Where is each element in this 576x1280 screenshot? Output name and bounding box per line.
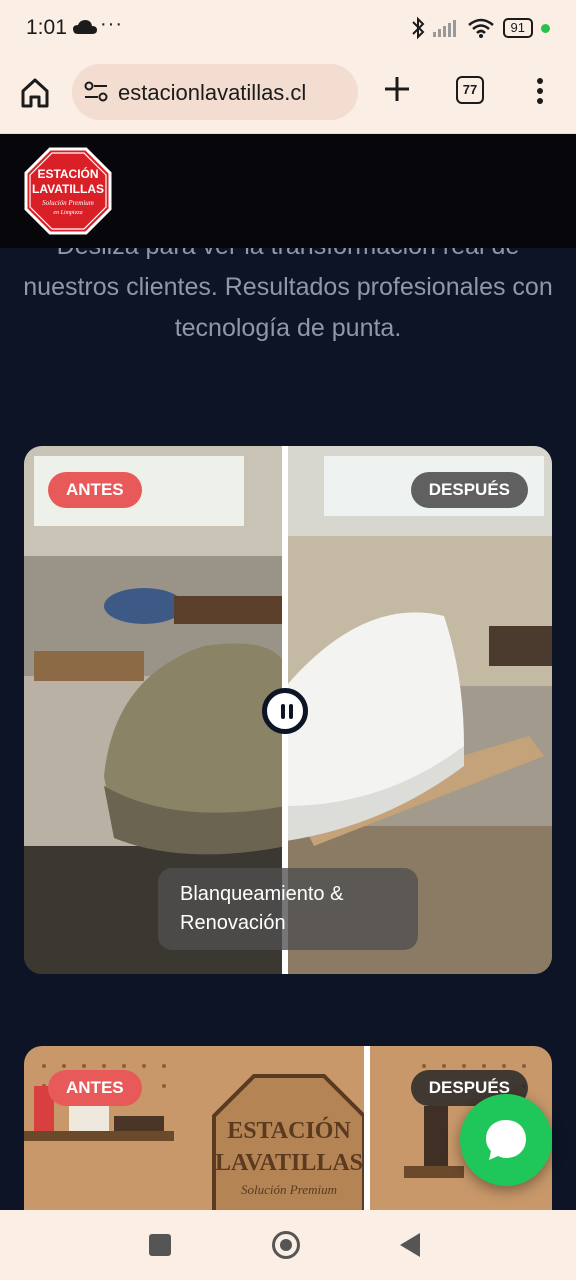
system-nav-bar: [0, 1210, 576, 1280]
battery-icon: 91: [502, 18, 533, 38]
home-icon[interactable]: [18, 76, 52, 110]
recent-apps-icon[interactable]: [149, 1234, 171, 1256]
status-time: 1:01: [26, 16, 67, 39]
caption-text: Blanqueamiento & Renovación: [180, 883, 344, 934]
bluetooth-icon: [411, 16, 424, 40]
back-icon[interactable]: [400, 1233, 420, 1257]
logo-line4: en Limpieza: [53, 210, 82, 216]
new-tab-icon[interactable]: [382, 74, 412, 104]
site-header: ESTACIÓN LAVATILLAS Solución Premium en …: [0, 134, 576, 248]
estacion-lavatillas-logo[interactable]: ESTACIÓN LAVATILLAS Solución Premium en …: [24, 147, 112, 235]
logo-line3: Solución Premium: [42, 199, 94, 207]
address-bar[interactable]: estacionlavatillas.cl: [72, 64, 358, 120]
before-label-2: ANTES: [48, 1070, 142, 1106]
wifi-icon: [467, 18, 494, 38]
more-notifications-icon: ···: [100, 13, 123, 35]
signal-icon: [432, 20, 456, 37]
intro-section: Desliza para ver la transformación real …: [0, 248, 576, 388]
caption-box: Blanqueamiento & Renovación: [158, 868, 418, 950]
intro-text: Desliza para ver la transformación real …: [23, 248, 553, 342]
url-text[interactable]: estacionlavatillas.cl: [118, 80, 306, 106]
whatsapp-chat-button[interactable]: [460, 1094, 552, 1186]
camera-indicator-dot: [541, 23, 550, 33]
logo-line1: ESTACIÓN: [37, 166, 98, 181]
chat-bubble-icon: [486, 1120, 526, 1160]
before-label: ANTES: [48, 472, 142, 508]
sign-line3: Solución Premium: [241, 1182, 337, 1197]
cloud-icon: [73, 20, 97, 34]
site-settings-icon[interactable]: [84, 81, 108, 103]
sign-line1: ESTACIÓN: [227, 1117, 351, 1144]
home-nav-icon[interactable]: [272, 1231, 300, 1259]
more-options-icon[interactable]: [530, 76, 550, 106]
before-after-slider[interactable]: ANTES DESPUÉS Blanqueamiento & Renovació…: [24, 446, 552, 974]
pause-icon[interactable]: [262, 688, 308, 734]
sign-line2: LAVATILLAS: [215, 1150, 363, 1176]
after-label: DESPUÉS: [410, 472, 528, 508]
browser-toolbar: estacionlavatillas.cl 77: [0, 60, 576, 134]
logo-line2: LAVATILLAS: [32, 182, 104, 196]
status-bar: 1:01 ··· 91: [0, 0, 576, 60]
tab-switcher-button[interactable]: 77: [456, 76, 484, 104]
